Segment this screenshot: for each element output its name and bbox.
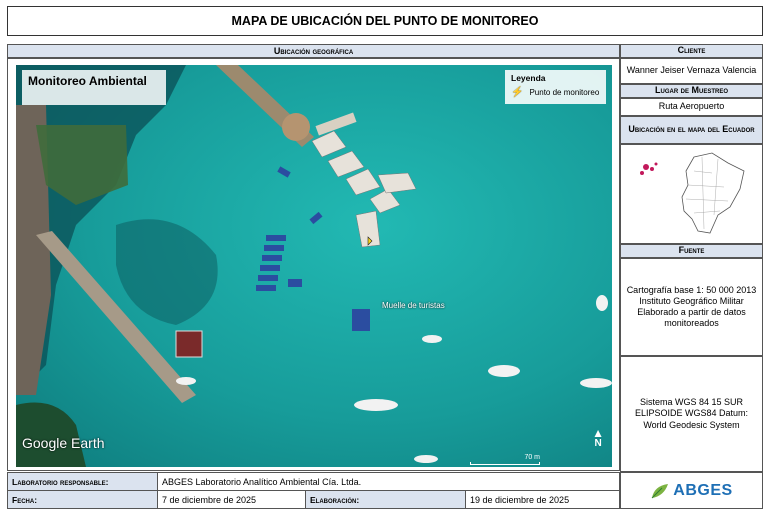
monitoring-point-icon: ⚡ — [511, 87, 524, 98]
legend-item: ⚡ Punto de monitoreo — [511, 87, 600, 98]
document-title: MAPA DE UBICACIÓN DEL PUNTO DE MONITOREO — [7, 6, 763, 36]
legend-title: Leyenda — [511, 73, 546, 83]
lugar-value: Ruta Aeropuerto — [620, 98, 763, 116]
fecha-value: 7 de diciembre de 2025 — [158, 491, 306, 508]
google-earth-watermark: Google Earth — [22, 435, 105, 451]
abges-logo: ABGES — [620, 472, 763, 509]
footer-table: Laboratorio responsable: ABGES Laborator… — [7, 472, 620, 509]
map-imagery — [16, 65, 612, 467]
logo-text: ABGES — [673, 481, 733, 499]
sistema-text: Sistema WGS 84 15 SUR ELIPSOIDE WGS84 Da… — [620, 356, 763, 472]
leaf-icon — [651, 483, 669, 498]
map-overlay-title: Monitoreo Ambiental — [22, 70, 166, 105]
fuente-header: Fuente — [620, 244, 763, 258]
map-scale-bar — [470, 462, 540, 465]
lugar-header: Lugar de Muestreo — [620, 84, 763, 98]
cliente-header: Cliente — [620, 44, 763, 58]
north-arrow-icon: ▲ N — [592, 426, 604, 449]
map-frame: Monitoreo Ambiental Leyenda ⚡ Punto de m… — [7, 58, 620, 471]
satellite-map[interactable]: Monitoreo Ambiental Leyenda ⚡ Punto de m… — [16, 65, 612, 467]
fuente-text: Cartografía base 1: 50 000 2013 Institut… — [620, 258, 763, 356]
cliente-value: Wanner Jeiser Vernaza Valencia — [620, 58, 763, 84]
fecha-label: Fecha: — [8, 491, 158, 508]
lab-value: ABGES Laboratorio Analítico Ambiental Cí… — [158, 473, 619, 491]
ecuador-inset-map — [620, 144, 763, 244]
map-scale-label: 70 m — [524, 454, 540, 461]
legend-item-label: Punto de monitoreo — [529, 88, 600, 97]
map-header: Ubicación geográfica — [7, 44, 620, 58]
map-legend: Leyenda ⚡ Punto de monitoreo — [505, 70, 606, 104]
elaboracion-label: Elaboración: — [306, 491, 466, 508]
elaboracion-value: 19 de diciembre de 2025 — [470, 494, 570, 505]
monitoring-point-label: Muelle de turistas — [382, 301, 445, 310]
lab-label: Laboratorio responsable: — [8, 473, 158, 491]
ecuador-map-icon — [639, 152, 744, 234]
ubicacion-ecuador-header: Ubicación en el mapa del Ecuador — [620, 116, 763, 144]
